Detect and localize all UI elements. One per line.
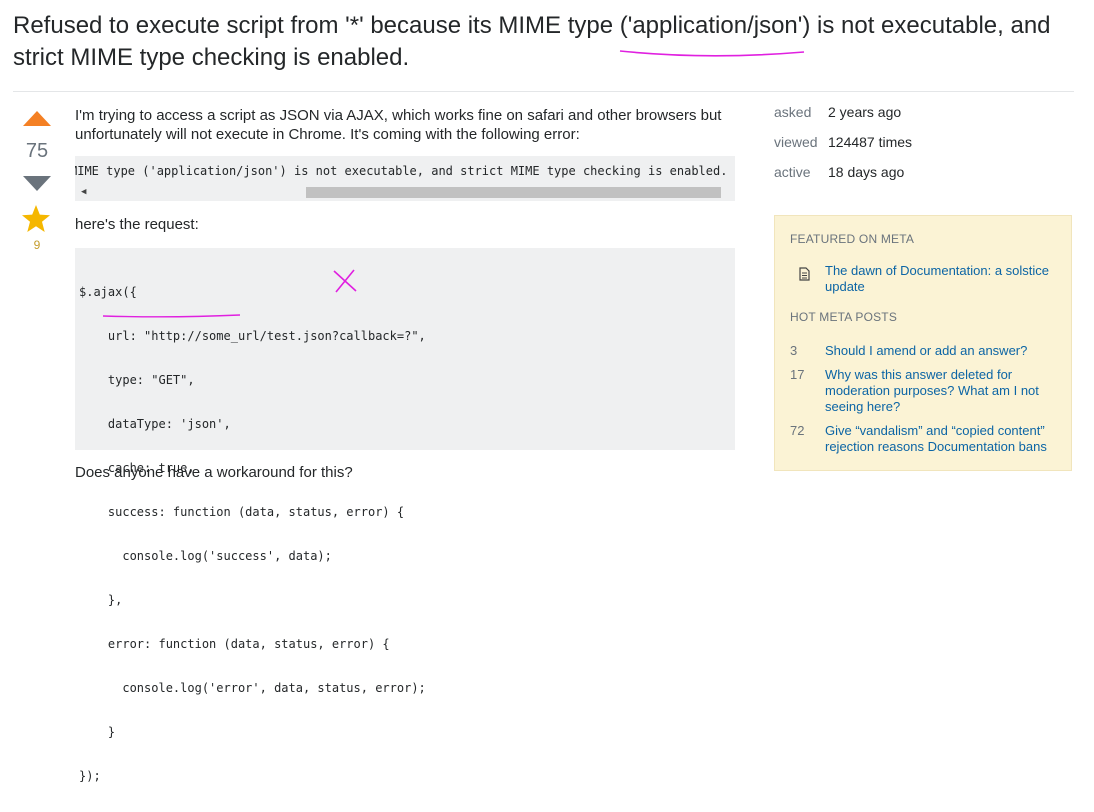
meta-sidebar: FEATURED ON META The dawn of Documentati… [774, 215, 1072, 471]
hot-post-count: 3 [790, 343, 798, 358]
active-label: active [774, 164, 811, 180]
code-line: $.ajax({ [79, 285, 137, 299]
hot-post-count: 17 [790, 367, 805, 382]
asked-label: asked [774, 104, 812, 120]
downvote-icon[interactable] [23, 176, 51, 191]
viewed-label: viewed [774, 134, 818, 150]
error-code-block: MIME type ('application/json') is not ex… [75, 156, 735, 201]
ajax-code-block: $.ajax({ url: "http://some_url/test.json… [75, 248, 735, 783]
header-divider [13, 91, 1074, 92]
error-code-text: MIME type ('application/json') is not ex… [75, 164, 728, 178]
scroll-left-icon[interactable]: ◀ [81, 187, 86, 197]
featured-heading: FEATURED ON META [790, 232, 915, 246]
vote-count: 75 [25, 140, 49, 162]
code-line: }); [79, 769, 101, 783]
request-label: here's the request: [75, 216, 199, 233]
hot-post-link[interactable]: Should I amend or add an answer? [825, 343, 1057, 359]
scrollbar-thumb[interactable] [306, 187, 721, 198]
asked-value[interactable]: 2 years ago [828, 104, 901, 120]
code-line: type: "GET", [79, 373, 195, 387]
hot-post-link[interactable]: Give “vandalism” and “copied content” re… [825, 423, 1057, 455]
hot-posts-heading: HOT META POSTS [790, 310, 898, 324]
upvote-icon[interactable] [23, 111, 51, 126]
horizontal-scrollbar[interactable]: ◀ ▶ [75, 185, 735, 199]
code-line: error: function (data, status, error) { [79, 637, 390, 651]
code-line: url: "http://some_url/test.json?callback… [79, 329, 426, 343]
code-line: } [79, 725, 116, 739]
code-line: }, [79, 593, 123, 607]
question-title[interactable]: Refused to execute script from '*' becau… [13, 10, 1073, 74]
hot-post-count: 72 [790, 423, 805, 438]
code-line: dataType: 'json', [79, 417, 231, 431]
closing-question: Does anyone have a workaround for this? [75, 464, 353, 481]
active-value[interactable]: 18 days ago [828, 164, 904, 180]
hot-post-link[interactable]: Why was this answer deleted for moderati… [825, 367, 1057, 415]
featured-link[interactable]: The dawn of Documentation: a solstice up… [825, 263, 1057, 295]
viewed-value: 124487 times [828, 134, 913, 150]
question-intro: I'm trying to access a script as JSON vi… [75, 107, 722, 143]
code-line: console.log('error', data, status, error… [79, 681, 426, 695]
document-icon [799, 267, 810, 281]
code-line: console.log('success', data); [79, 549, 332, 563]
code-line: success: function (data, status, error) … [79, 505, 405, 519]
star-icon[interactable] [21, 204, 51, 234]
favorite-count: 9 [33, 238, 41, 252]
